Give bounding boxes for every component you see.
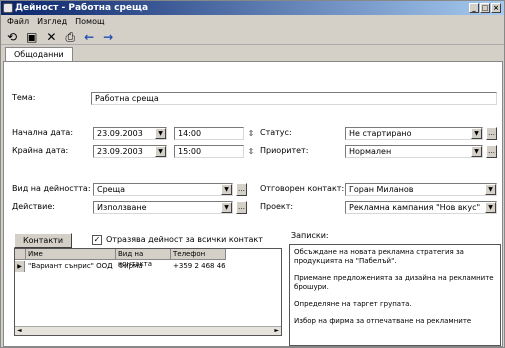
all-contacts-checkbox[interactable]: ✓	[92, 235, 102, 245]
status-label: Статус:	[260, 128, 292, 137]
subject-field[interactable]: Работна среща	[91, 92, 497, 105]
status-value: Не стартирано	[349, 129, 412, 138]
tab-general[interactable]: Общоданни	[5, 47, 73, 62]
notes-paragraph: Избор на фирма за отпечатване на рекламн…	[294, 317, 472, 325]
refresh-icon[interactable]: ⟲	[7, 30, 17, 44]
owner-select[interactable]: Горан Миланов ▼	[345, 183, 497, 196]
priority-label: Приоритет:	[260, 146, 309, 155]
general-panel: Тема: Работна среща Начална дата: 23.09.…	[3, 61, 503, 347]
subject-label: Тема:	[12, 93, 36, 102]
chevron-down-icon[interactable]: ▼	[471, 128, 482, 139]
status-select[interactable]: Не стартирано ▼	[345, 127, 483, 140]
menu-help[interactable]: Помощ	[75, 16, 104, 28]
all-contacts-checkbox-label: Отразява дейност за всички контакт	[106, 235, 263, 244]
end-date-value: 23.09.2003	[97, 147, 143, 156]
start-date-value: 23.09.2003	[97, 129, 143, 138]
priority-select[interactable]: Нормален ▼	[345, 145, 483, 158]
chevron-down-icon[interactable]: ▼	[485, 184, 496, 195]
action-value: Използване	[97, 203, 147, 212]
table-cell-kind[interactable]: Фирма	[116, 261, 171, 272]
forward-arrow-icon[interactable]: →	[103, 30, 113, 44]
chevron-down-icon[interactable]: ▼	[155, 146, 166, 157]
scroll-right-icon[interactable]: ►	[274, 327, 279, 335]
action-select[interactable]: Използване ▼	[93, 201, 233, 214]
save-icon[interactable]: ▣	[26, 30, 37, 44]
table-cell-name[interactable]: "Вариант сънрис" ООД	[26, 261, 116, 272]
maximize-icon[interactable]: □	[480, 3, 490, 13]
activity-window: Дейност - Работна среща _ □ × Файл Изгле…	[0, 0, 505, 348]
notes-paragraph: Обсъждане на новата рекламна стратегия з…	[294, 248, 464, 265]
notes-paragraph: Приемане предложенията за дизайна на рек…	[294, 274, 494, 291]
menu-bar: Файл Изглед Помощ	[1, 16, 105, 28]
action-more-button[interactable]: …	[236, 201, 247, 214]
table-header-kind[interactable]: Вид на контакта	[116, 249, 171, 268]
close-icon[interactable]: ×	[491, 3, 501, 13]
start-date-label: Начална дата:	[12, 128, 74, 137]
window-controls: _ □ ×	[469, 3, 501, 13]
notes-textarea[interactable]: Обсъждане на новата рекламна стратегия з…	[289, 244, 501, 346]
menu-view[interactable]: Изглед	[37, 16, 67, 28]
project-label: Проект:	[260, 202, 294, 211]
owner-value: Горан Миланов	[349, 185, 414, 194]
start-time-spinner-icon[interactable]: ⇕	[246, 127, 256, 140]
priority-value: Нормален	[349, 147, 392, 156]
action-label: Действие:	[12, 202, 55, 211]
contacts-button[interactable]: Контакти	[14, 233, 72, 248]
app-icon	[3, 3, 13, 13]
end-time-field[interactable]: 15:00	[174, 145, 244, 158]
priority-more-button[interactable]: …	[486, 145, 497, 158]
back-arrow-icon[interactable]: ←	[84, 30, 94, 44]
table-corner	[15, 249, 26, 260]
end-date-label: Крайна дата:	[12, 146, 69, 155]
notes-paragraph: Определяне на таргет групата.	[294, 300, 412, 308]
activity-type-select[interactable]: Среща ▼	[93, 183, 233, 196]
activity-type-value: Среща	[97, 185, 126, 194]
project-select[interactable]: Рекламна кампания "Нов вкус" ▼	[345, 201, 497, 214]
window-title: Дейност - Работна среща	[15, 3, 149, 13]
table-horizontal-scrollbar[interactable]: ◄ ►	[15, 326, 281, 335]
contacts-table: Име Вид на контакта Телефон ▶ "Вариант с…	[14, 248, 282, 336]
chevron-down-icon[interactable]: ▼	[485, 202, 496, 213]
activity-type-label: Вид на дейността:	[12, 184, 91, 193]
table-cell-phone[interactable]: +359 2 468 465	[171, 261, 226, 272]
start-date-field[interactable]: 23.09.2003 ▼	[93, 127, 167, 140]
end-time-spinner-icon[interactable]: ⇕	[246, 145, 256, 158]
scroll-left-icon[interactable]: ◄	[17, 327, 22, 335]
table-header-phone[interactable]: Телефон	[171, 249, 226, 260]
chevron-down-icon[interactable]: ▼	[155, 128, 166, 139]
start-time-field[interactable]: 14:00	[174, 127, 244, 140]
toolbar: ⟲ ▣ ✕ ⎙ ← →	[1, 29, 504, 45]
print-icon[interactable]: ⎙	[65, 30, 75, 44]
owner-label: Отговорен контакт:	[260, 184, 345, 193]
title-bar: Дейност - Работна среща _ □ ×	[1, 1, 504, 15]
delete-icon[interactable]: ✕	[46, 30, 56, 44]
notes-label: Записки:	[291, 231, 329, 240]
chevron-down-icon[interactable]: ▼	[221, 184, 232, 195]
chevron-down-icon[interactable]: ▼	[471, 146, 482, 157]
activity-type-more-button[interactable]: …	[236, 183, 247, 196]
end-date-field[interactable]: 23.09.2003 ▼	[93, 145, 167, 158]
status-more-button[interactable]: …	[486, 127, 497, 140]
row-selector-icon[interactable]: ▶	[15, 261, 25, 272]
project-value: Рекламна кампания "Нов вкус"	[349, 203, 481, 212]
table-header-name[interactable]: Име	[26, 249, 116, 260]
minimize-icon[interactable]: _	[469, 3, 479, 13]
menu-file[interactable]: Файл	[7, 16, 29, 28]
chevron-down-icon[interactable]: ▼	[221, 202, 232, 213]
